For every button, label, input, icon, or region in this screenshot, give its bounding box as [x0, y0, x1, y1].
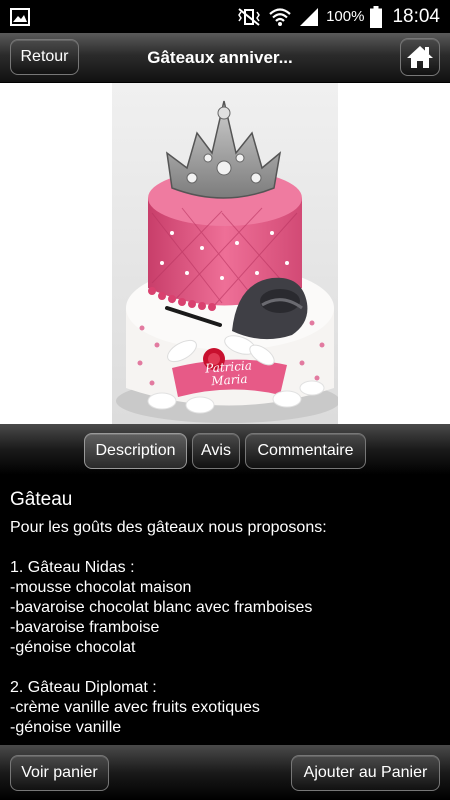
tab-description[interactable]: Description	[84, 433, 187, 469]
view-cart-button[interactable]: Voir panier	[10, 755, 109, 791]
description-line: -bavaroise chocolat blanc avec framboise…	[10, 599, 313, 616]
vibrate-mute-icon	[238, 7, 260, 26]
description-line	[10, 658, 440, 678]
gallery-icon	[10, 7, 30, 26]
battery-percent: 100%	[326, 8, 365, 25]
description-line: -mousse chocolat maison	[10, 579, 192, 596]
bottom-action-bar: Voir panier Ajouter au Panier	[0, 745, 450, 800]
product-image-area: Patricia Maria	[0, 83, 450, 424]
tab-avis[interactable]: Avis	[192, 433, 240, 469]
back-button[interactable]: Retour	[10, 39, 79, 75]
description-line: -crème vanille avec fruits exotiques	[10, 699, 260, 716]
description-line: 2. Gâteau Diplomat :	[10, 679, 157, 696]
description-line	[10, 538, 440, 558]
tab-commentaire[interactable]: Commentaire	[245, 433, 366, 469]
description-line: -génoise chocolat	[10, 639, 136, 656]
signal-icon	[300, 7, 319, 26]
clock: 18:04	[392, 5, 440, 27]
add-to-cart-button[interactable]: Ajouter au Panier	[291, 755, 440, 791]
app-header: Retour Gâteaux anniver...	[0, 33, 450, 83]
page-title: Gâteaux anniver...	[147, 48, 293, 67]
description-line: 1. Gâteau Nidas :	[10, 559, 135, 576]
description-line: -génoise vanille	[10, 719, 122, 736]
description-heading: Gâteau	[10, 489, 73, 510]
wifi-icon	[269, 7, 291, 26]
description-line: Pour les goûts des gâteaux nous proposon…	[10, 519, 327, 536]
battery-icon	[370, 5, 383, 28]
home-button[interactable]	[400, 38, 440, 76]
home-icon	[407, 46, 433, 68]
tab-bar: Description Avis Commentaire	[0, 424, 450, 475]
status-bar: 100% 18:04	[0, 0, 450, 33]
description-line: -bavaroise framboise	[10, 619, 160, 636]
cake-photo[interactable]: Patricia Maria	[112, 83, 338, 424]
description-panel: Gâteau Pour les goûts des gâteaux nous p…	[0, 475, 450, 745]
